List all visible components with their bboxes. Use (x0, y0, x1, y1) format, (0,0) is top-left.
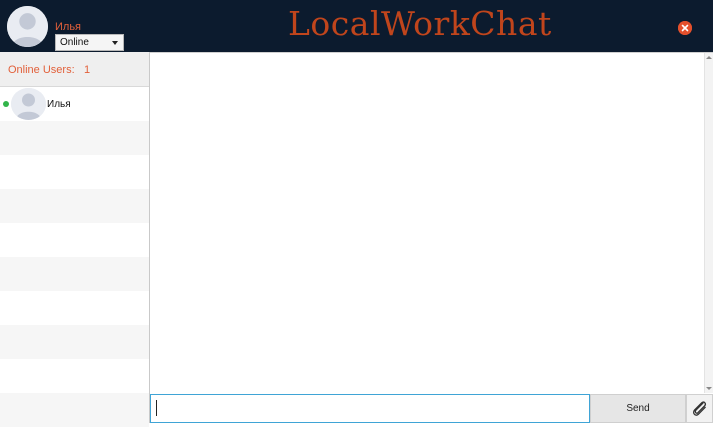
empty-list-row (0, 223, 149, 257)
user-list-item-name: Илья (47, 99, 71, 110)
empty-list-row (0, 325, 149, 359)
avatar-placeholder-icon (7, 6, 48, 47)
close-button[interactable] (678, 21, 692, 35)
online-users-count: 1 (84, 64, 91, 76)
online-users-label: Online Users: (8, 64, 75, 76)
close-icon (678, 21, 692, 35)
online-users-sidebar: Online Users: 1 Илья (0, 52, 150, 427)
empty-list-row (0, 257, 149, 291)
empty-list-row (0, 121, 149, 155)
empty-list-row (0, 155, 149, 189)
empty-list-row (0, 359, 149, 393)
app-header: Илья Online LocalWorkChat (0, 0, 713, 52)
chevron-down-icon (112, 41, 118, 45)
text-cursor (156, 400, 157, 416)
scroll-up-arrow-icon[interactable] (706, 56, 712, 59)
status-dropdown[interactable]: Online (55, 34, 124, 51)
app-title: LocalWorkChat (288, 4, 552, 43)
empty-list-row (0, 189, 149, 223)
current-username: Илья (55, 21, 82, 33)
online-status-dot (3, 101, 9, 107)
avatar-placeholder-icon (11, 88, 46, 120)
chat-scrollbar[interactable] (704, 53, 713, 393)
online-users-header: Online Users: 1 (0, 52, 149, 87)
empty-list-row (0, 291, 149, 325)
user-list-item[interactable]: Илья (0, 87, 149, 121)
attach-file-button[interactable] (686, 394, 713, 423)
scroll-down-arrow-icon[interactable] (706, 387, 712, 390)
user-avatar[interactable] (7, 6, 48, 47)
user-list[interactable]: Илья (0, 87, 149, 427)
send-button[interactable]: Send (590, 394, 686, 423)
empty-list-row (0, 393, 149, 427)
user-avatar-small (11, 88, 46, 120)
message-input[interactable] (150, 394, 590, 423)
status-dropdown-value: Online (60, 37, 89, 48)
paperclip-icon (693, 401, 706, 416)
chat-messages-area[interactable] (150, 52, 713, 394)
